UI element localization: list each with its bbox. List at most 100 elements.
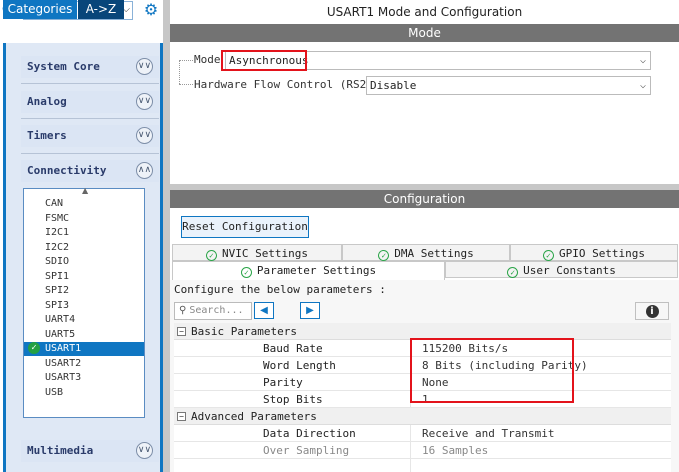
peripheral-item-i2c1[interactable]: I2C1 [24,226,144,240]
mode-label: Mode [194,53,221,66]
peripheral-item-usart2[interactable]: USART2 [24,357,144,371]
tab-gpio-settings[interactable]: ✓ GPIO Settings [510,244,678,261]
table-row[interactable]: Data Direction Receive and Transmit [174,425,671,442]
tab-dma-settings[interactable]: ✓ DMA Settings [342,244,510,261]
mode-section: Mode Asynchronous ⌵ Hardware Flow Contro… [170,42,679,184]
parameter-name: Word Length [263,359,336,372]
divider [21,118,159,119]
category-connectivity[interactable]: Connectivity ∧∧ [21,160,159,182]
configuration-section-header: Configuration [170,190,679,208]
highlight-box [410,338,574,403]
parameter-name: Data Direction [263,427,356,440]
search-previous-button[interactable]: ◀ [254,302,274,319]
check-circle-icon: ✓ [28,342,40,354]
parameter-name: Stop Bits [263,393,323,406]
category-label: Connectivity [27,164,107,177]
table-row[interactable]: Over Sampling 16 Samples [174,442,671,459]
peripheral-item-uart5[interactable]: UART5 [24,328,144,342]
chevron-down-icon[interactable]: ∨∨ [136,442,153,459]
tab-user-constants[interactable]: ✓ User Constants [445,261,678,278]
peripheral-item-usb[interactable]: USB [24,386,144,400]
check-circle-icon: ✓ [240,267,252,278]
peripheral-label: SPI1 [45,270,70,282]
scroll-up-icon[interactable]: ▲ [82,186,88,195]
info-button[interactable]: i [635,302,669,320]
peripheral-list[interactable]: ▲ CAN FSMC I2C1 I2C2 SDIO SPI1 SPI2 SPI3 UART4 UA… [23,186,145,418]
tree-line [179,84,193,85]
hw-flow-control-value: Disable [370,79,417,92]
hw-flow-control-select[interactable]: Disable ⌵ [366,76,651,95]
peripheral-item-usart3[interactable]: USART3 [24,371,144,385]
peripheral-item-usart1[interactable]: ✓ USART1 [24,342,144,356]
peripheral-item-uart4[interactable]: UART4 [24,313,144,327]
parameter-search-input[interactable]: ⚲ Search... [174,302,252,320]
mode-configuration-panel: USART1 Mode and Configuration Mode Mode … [163,0,679,472]
parameter-value[interactable]: Receive and Transmit [422,425,554,442]
parameters-caption: Configure the below parameters : [174,283,386,296]
tree-line [179,60,180,84]
peripheral-label: USB [45,386,64,398]
tab-parameter-settings[interactable]: ✓ Parameter Settings [172,261,445,280]
highlight-box [221,50,307,71]
info-icon: i [645,305,659,318]
tab-nvic-settings[interactable]: ✓ NVIC Settings [172,244,342,261]
hw-flow-control-label: Hardware Flow Control (RS232) [194,78,387,91]
peripheral-label: UART4 [45,314,76,325]
gear-icon[interactable]: ⚙ [142,1,160,19]
peripheral-item-fsmc[interactable]: FSMC [24,212,144,226]
tab-label: NVIC Settings [221,247,309,260]
tab-categories[interactable]: Categories [3,0,77,19]
search-placeholder: Search... [189,305,244,316]
group-advanced-parameters[interactable]: − Advanced Parameters [174,408,671,425]
category-label: System Core [27,60,100,73]
peripheral-label: SDIO [45,256,70,267]
check-circle-icon: ✓ [542,250,554,261]
peripheral-label: SPI2 [45,285,70,296]
parameter-table: − Basic Parameters Baud Rate 115200 Bits… [174,323,671,472]
page-title: USART1 Mode and Configuration [170,0,679,24]
search-icon: ⚲ [179,305,187,316]
divider [21,83,159,84]
peripheral-item-sdio[interactable]: SDIO [24,255,144,269]
peripheral-item-spi1[interactable]: SPI1 [24,270,144,284]
category-system-core[interactable]: System Core ∨∨ [21,56,159,78]
reset-configuration-button[interactable]: Reset Configuration [181,216,309,238]
chevron-down-icon: ⌵ [639,80,646,91]
peripheral-item-i2c2[interactable]: I2C2 [24,241,144,255]
peripheral-label: SPI3 [45,299,70,311]
tab-label: GPIO Settings [558,247,646,260]
peripheral-label: I2C1 [45,227,70,238]
peripheral-item-spi2[interactable]: SPI2 [24,284,144,298]
group-label: Advanced Parameters [191,410,317,423]
check-circle-icon: ✓ [378,250,390,261]
peripheral-label: USART1 [45,343,82,354]
tab-a-z[interactable]: A->Z [78,0,124,19]
chevron-up-icon[interactable]: ∧∧ [136,162,153,179]
tree-line [179,60,193,61]
tab-label: DMA Settings [394,247,474,260]
peripheral-item-can[interactable]: CAN [24,197,144,211]
peripheral-item-spi3[interactable]: SPI3 [24,299,144,313]
categories-panel: ⌵ ⚙ Categories A->Z System Core ∨∨ Analo… [0,0,163,472]
peripheral-label: FSMC [45,212,70,224]
category-analog[interactable]: Analog ∨∨ [21,91,159,113]
collapse-icon[interactable]: − [177,327,186,336]
parameter-name: Parity [263,376,303,389]
divider [21,153,159,154]
peripheral-label: UART5 [45,328,76,340]
tab-label: Parameter Settings [256,264,377,277]
peripheral-label: USART3 [45,372,82,383]
collapse-icon[interactable]: − [177,412,186,421]
category-timers[interactable]: Timers ∨∨ [21,125,159,147]
category-label: Multimedia [27,444,94,457]
chevron-down-icon: ⌵ [639,55,646,66]
search-next-button[interactable]: ▶ [300,302,320,319]
configuration-section: Reset Configuration ✓ NVIC Settings ✓ DMA … [170,208,679,472]
category-label: Analog [27,95,67,108]
peripheral-label: USART2 [45,357,82,369]
chevron-down-icon[interactable]: ∨∨ [136,58,153,75]
chevron-down-icon[interactable]: ∨∨ [136,93,153,110]
parameter-value[interactable]: 16 Samples [422,442,488,459]
chevron-down-icon[interactable]: ∨∨ [136,127,153,144]
category-multimedia[interactable]: Multimedia ∨∨ [21,440,159,462]
